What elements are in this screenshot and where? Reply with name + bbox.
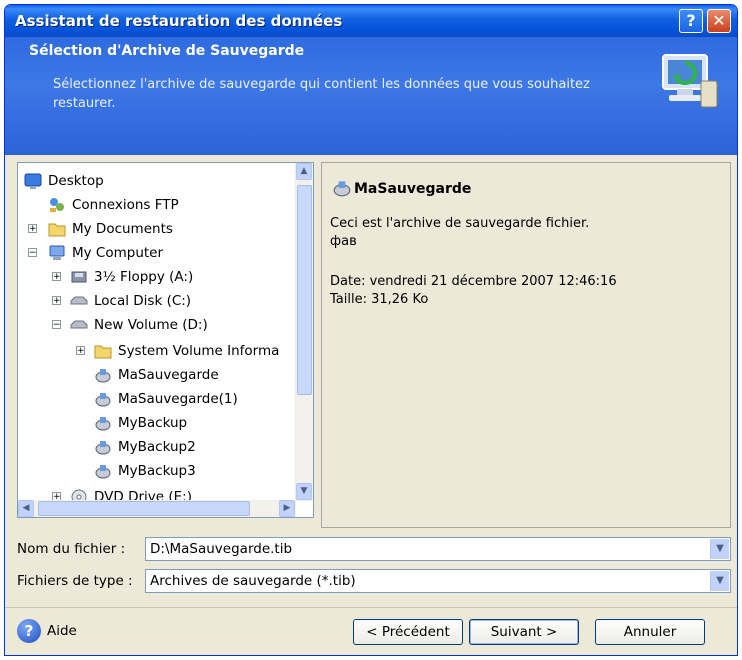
tree-item-label: My Documents xyxy=(72,221,173,237)
folder-icon xyxy=(94,345,112,359)
archive-icon xyxy=(333,181,351,197)
tree-item-label: 3½ Floppy (A:) xyxy=(94,269,194,285)
page-title: Sélection d'Archive de Sauvegarde xyxy=(29,43,305,59)
tree-item-label: MaSauvegarde xyxy=(118,363,219,387)
tree-vertical-scrollbar[interactable]: ▲ ▼ xyxy=(295,163,313,501)
ftp-icon xyxy=(50,198,64,212)
filetype-value: Archives de sauvegarde (*.tib) xyxy=(150,573,356,589)
expand-icon[interactable]: + xyxy=(52,296,61,306)
expand-icon[interactable]: + xyxy=(76,346,85,356)
archive-details-panel: MaSauvegarde Ceci est l'archive de sauve… xyxy=(321,162,731,528)
restore-computer-icon xyxy=(662,54,718,108)
disk-icon xyxy=(70,320,88,329)
archive-description-line: Ceci est l'archive de sauvegarde fichier… xyxy=(330,216,590,231)
wizard-header: Sélection d'Archive de Sauvegarde Sélect… xyxy=(5,37,737,155)
archive-date: Date: vendredi 21 décembre 2007 12:46:16 xyxy=(330,274,617,289)
tree-item-label: My Computer xyxy=(72,245,164,261)
window-title: Assistant de restauration des données xyxy=(15,12,343,30)
tree-item-label: MyBackup2 xyxy=(118,439,196,455)
collapse-icon[interactable]: − xyxy=(52,320,61,330)
disk-icon xyxy=(70,296,88,305)
chevron-down-icon[interactable]: ▼ xyxy=(710,539,729,559)
scroll-left-button[interactable]: ◀ xyxy=(18,500,34,517)
archive-icon xyxy=(95,441,111,455)
archive-name: MaSauvegarde xyxy=(354,181,472,197)
scroll-up-button[interactable]: ▲ xyxy=(296,163,312,180)
filetype-select[interactable]: Archives de sauvegarde (*.tib) ▼ xyxy=(145,569,731,593)
scroll-down-button[interactable]: ▼ xyxy=(296,483,312,500)
scroll-thumb[interactable] xyxy=(297,185,312,395)
tree-item-label: System Volume Informa xyxy=(118,343,280,359)
filename-value: D:\MaSauvegarde.tib xyxy=(150,541,293,557)
desktop-icon xyxy=(24,173,42,189)
floppy-icon xyxy=(71,271,87,283)
scroll-right-button[interactable]: ▶ xyxy=(279,500,295,517)
expand-icon[interactable]: + xyxy=(28,224,37,234)
collapse-icon[interactable]: − xyxy=(28,248,37,258)
next-button[interactable]: Suivant > xyxy=(469,619,579,645)
archive-comment: фав xyxy=(330,234,357,249)
chevron-down-icon[interactable]: ▼ xyxy=(710,571,729,591)
footer-divider xyxy=(5,607,737,608)
archive-icon xyxy=(95,393,111,407)
help-icon[interactable]: ? xyxy=(17,619,41,643)
filename-label: Nom du fichier : xyxy=(17,541,126,557)
folder-icon xyxy=(48,223,66,237)
title-bar: Assistant de restauration des données ? … xyxy=(5,5,737,37)
archive-description: Ceci est l'archive de sauvegarde fichier… xyxy=(330,215,589,251)
restore-wizard-window: Assistant de restauration des données ? … xyxy=(4,4,738,656)
computer-icon xyxy=(49,245,65,260)
tree-item-label: MyBackup xyxy=(118,415,188,431)
help-link[interactable]: Aide xyxy=(47,623,77,639)
archive-icon xyxy=(95,465,111,479)
tree-item-label: Desktop xyxy=(48,173,104,189)
filetype-label: Fichiers de type : xyxy=(17,573,133,589)
folder-tree[interactable]: Desktop Connexions FTP + My Documents − … xyxy=(17,162,314,518)
tree-item-label: New Volume (D:) xyxy=(94,317,208,333)
filename-input[interactable]: D:\MaSauvegarde.tib ▼ xyxy=(145,537,731,561)
tree-item-label: Local Disk (C:) xyxy=(94,293,192,309)
archive-icon xyxy=(95,369,111,383)
archive-size: Taille: 31,26 Ko xyxy=(330,292,429,307)
scroll-thumb[interactable] xyxy=(38,501,250,516)
expand-icon[interactable]: + xyxy=(52,272,61,282)
tree-horizontal-scrollbar[interactable]: ◀ ▶ xyxy=(18,500,296,517)
cancel-button[interactable]: Annuler xyxy=(595,619,705,645)
archive-metadata: Date: vendredi 21 décembre 2007 12:46:16… xyxy=(330,273,617,309)
back-button[interactable]: < Précédent xyxy=(353,619,463,645)
page-description: Sélectionnez l'archive de sauvegarde qui… xyxy=(53,77,590,111)
tree-item-label: Connexions FTP xyxy=(72,197,179,213)
close-button[interactable]: ✕ xyxy=(707,9,731,33)
help-title-button[interactable]: ? xyxy=(679,9,703,33)
tree-item-label: MaSauvegarde(1) xyxy=(118,391,238,407)
archive-icon xyxy=(95,417,111,431)
tree-item-label: MyBackup3 xyxy=(118,463,196,479)
